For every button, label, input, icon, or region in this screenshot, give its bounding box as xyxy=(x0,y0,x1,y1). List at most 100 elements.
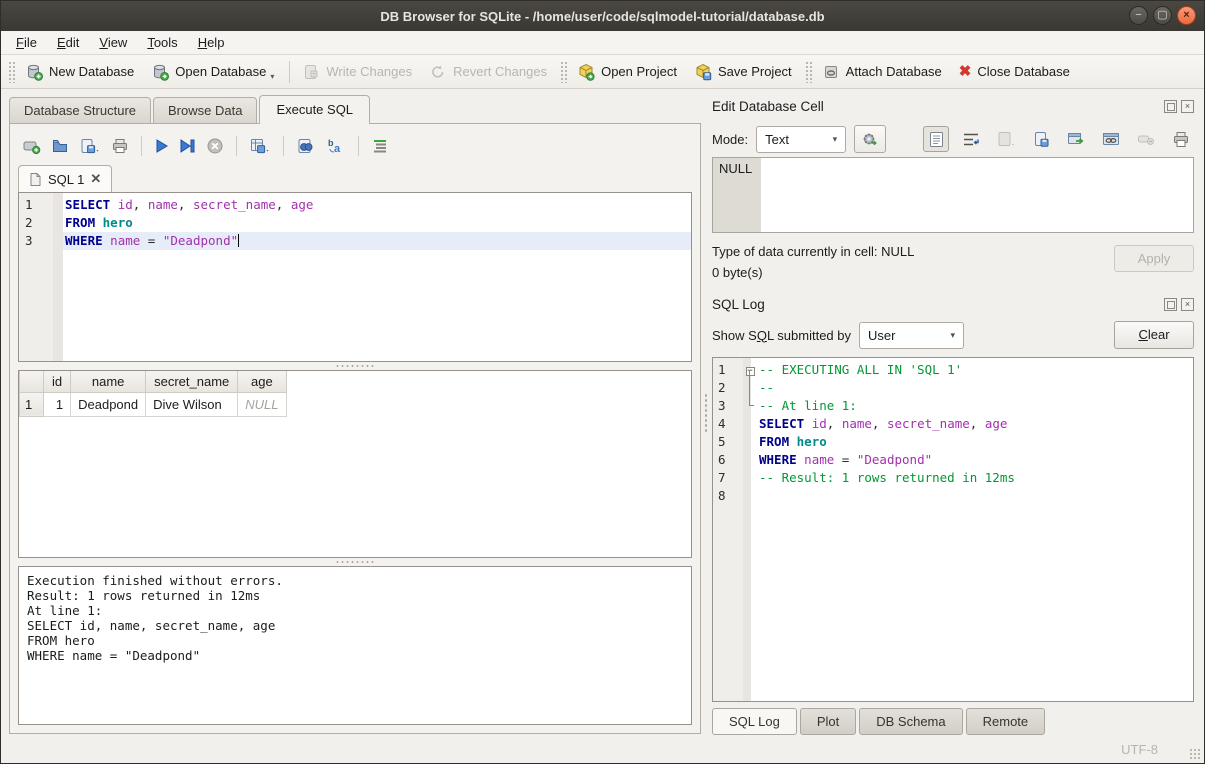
write-changes-button[interactable]: Write Changes xyxy=(295,59,422,85)
database-attach-icon xyxy=(822,63,840,81)
column-header-name[interactable]: name xyxy=(71,371,146,392)
sql-tab-1[interactable]: SQL 1 ✕ xyxy=(18,165,112,192)
mode-select[interactable]: Text ▾ xyxy=(756,126,846,153)
format-sql-button[interactable] xyxy=(371,138,389,154)
stop-button[interactable] xyxy=(206,137,224,155)
menu-edit[interactable]: Edit xyxy=(48,33,88,52)
revert-changes-button[interactable]: Revert Changes xyxy=(422,59,557,85)
chevron-down-icon: ▾ xyxy=(833,134,838,145)
mode-value: Text xyxy=(765,132,789,147)
menu-view[interactable]: View xyxy=(90,33,136,52)
write-changes-label: Write Changes xyxy=(326,64,412,79)
apply-button[interactable]: Apply xyxy=(1114,245,1194,272)
cell-info: Type of data currently in cell: NULL 0 b… xyxy=(712,241,914,283)
column-header-age[interactable]: age xyxy=(238,371,286,392)
right-pane: Edit Database Cell × Mode: Text ▾ xyxy=(710,89,1204,736)
cell-editor[interactable]: NULL xyxy=(712,157,1194,233)
editor-results-splitter[interactable] xyxy=(18,362,692,370)
cell-id[interactable]: 1 xyxy=(44,392,71,416)
tab-database-structure[interactable]: Database Structure xyxy=(9,97,151,123)
menu-help[interactable]: Help xyxy=(189,33,234,52)
results-grid[interactable]: id name secret_name age 1 1 Deadpond Div… xyxy=(18,370,692,558)
sql-tabbar: SQL 1 ✕ xyxy=(18,163,692,192)
column-header-id[interactable]: id xyxy=(44,371,71,392)
import-cell-button[interactable] xyxy=(993,126,1019,152)
print-button[interactable] xyxy=(111,137,129,155)
toolbar-grip[interactable] xyxy=(805,61,812,83)
save-sql-file-button[interactable] xyxy=(79,137,101,155)
filter-label: Show SQL submitted by xyxy=(712,328,851,343)
results-message-splitter[interactable] xyxy=(18,558,692,566)
autocomplete-button[interactable]: ba xyxy=(326,137,346,155)
auto-apply-button[interactable] xyxy=(854,125,886,153)
sql-tab-close-icon[interactable]: ✕ xyxy=(90,171,101,187)
minimize-button[interactable]: − xyxy=(1129,6,1148,25)
close-button[interactable]: × xyxy=(1177,6,1196,25)
open-project-button[interactable]: Open Project xyxy=(570,59,687,85)
menu-file[interactable]: File xyxy=(7,33,46,52)
window-controls: − ▢ × xyxy=(1129,6,1196,25)
open-database-button[interactable]: Open Database ▾ xyxy=(144,59,284,85)
submitted-by-select[interactable]: User ▾ xyxy=(859,322,964,349)
resize-grip[interactable] xyxy=(1189,748,1201,760)
export-cell-button[interactable] xyxy=(1028,126,1054,152)
dock-buttons: × xyxy=(1164,298,1194,311)
statusbar: UTF-8 xyxy=(1,736,1204,763)
execute-sql-panel: ba SQL 1 ✕ xyxy=(9,123,701,734)
results-corner-header xyxy=(20,371,44,392)
tab-db-schema[interactable]: DB Schema xyxy=(859,708,962,735)
new-sql-tab-button[interactable] xyxy=(22,137,41,155)
execution-message[interactable]: Execution finished without errors. Resul… xyxy=(18,566,692,725)
titlebar[interactable]: DB Browser for SQLite - /home/user/code/… xyxy=(1,1,1204,31)
execute-all-button[interactable] xyxy=(154,138,169,154)
dock-float-icon[interactable] xyxy=(1164,298,1177,311)
toolbar-grip[interactable] xyxy=(8,61,15,83)
set-null-button[interactable] xyxy=(1133,126,1159,152)
tab-execute-sql[interactable]: Execute SQL xyxy=(259,95,370,124)
execute-line-button[interactable] xyxy=(179,138,196,154)
left-pane: Database Structure Browse Data Execute S… xyxy=(1,89,701,736)
new-database-button[interactable]: New Database xyxy=(18,59,144,85)
row-header[interactable]: 1 xyxy=(20,392,44,416)
tab-remote[interactable]: Remote xyxy=(966,708,1046,735)
toolbar-separator xyxy=(236,136,237,156)
main-splitter[interactable] xyxy=(701,89,710,736)
copy-link-button[interactable] xyxy=(1098,126,1124,152)
database-new-icon xyxy=(25,63,43,81)
write-changes-icon xyxy=(302,63,320,81)
sql-editor[interactable]: 1SELECT id, name, secret_name, age2FROM … xyxy=(18,192,692,362)
window-title: DB Browser for SQLite - /home/user/code/… xyxy=(1,9,1204,24)
tab-plot[interactable]: Plot xyxy=(800,708,856,735)
dock-close-icon[interactable]: × xyxy=(1181,298,1194,311)
tab-browse-data[interactable]: Browse Data xyxy=(153,97,257,123)
save-project-button[interactable]: Save Project xyxy=(687,59,802,85)
tab-sql-log[interactable]: SQL Log xyxy=(712,708,797,735)
menu-tools[interactable]: Tools xyxy=(138,33,186,52)
app-window: DB Browser for SQLite - /home/user/code/… xyxy=(0,0,1205,764)
open-external-button[interactable] xyxy=(1063,126,1089,152)
open-database-dropdown-icon[interactable]: ▾ xyxy=(270,72,274,81)
save-results-button[interactable] xyxy=(249,137,271,155)
cell-name[interactable]: Deadpond xyxy=(71,392,146,416)
text-mode-button[interactable] xyxy=(923,126,949,152)
column-header-secret-name[interactable]: secret_name xyxy=(146,371,238,392)
encoding-indicator[interactable]: UTF-8 xyxy=(1121,742,1158,757)
cell-secret-name[interactable]: Dive Wilson xyxy=(146,392,238,416)
clear-button[interactable]: Clear xyxy=(1114,321,1194,349)
cell-age[interactable]: NULL xyxy=(238,392,286,416)
toolbar-grip[interactable] xyxy=(560,61,567,83)
word-wrap-button[interactable] xyxy=(958,126,984,152)
splitter-grip xyxy=(335,560,375,564)
sql-log-view[interactable]: 1−-- EXECUTING ALL IN 'SQL 1'2--3-- At l… xyxy=(712,357,1194,702)
print-cell-button[interactable] xyxy=(1168,126,1194,152)
dock-close-icon[interactable]: × xyxy=(1181,100,1194,113)
maximize-button[interactable]: ▢ xyxy=(1153,6,1172,25)
menubar: File Edit View Tools Help xyxy=(1,31,1204,55)
dock-float-icon[interactable] xyxy=(1164,100,1177,113)
find-button[interactable] xyxy=(296,137,316,155)
revert-changes-label: Revert Changes xyxy=(453,64,547,79)
close-database-button[interactable]: ✖ Close Database xyxy=(952,60,1080,83)
attach-database-button[interactable]: Attach Database xyxy=(815,59,952,85)
edit-cell-dock-title: Edit Database Cell × xyxy=(712,95,1194,117)
open-sql-file-button[interactable] xyxy=(51,137,69,155)
